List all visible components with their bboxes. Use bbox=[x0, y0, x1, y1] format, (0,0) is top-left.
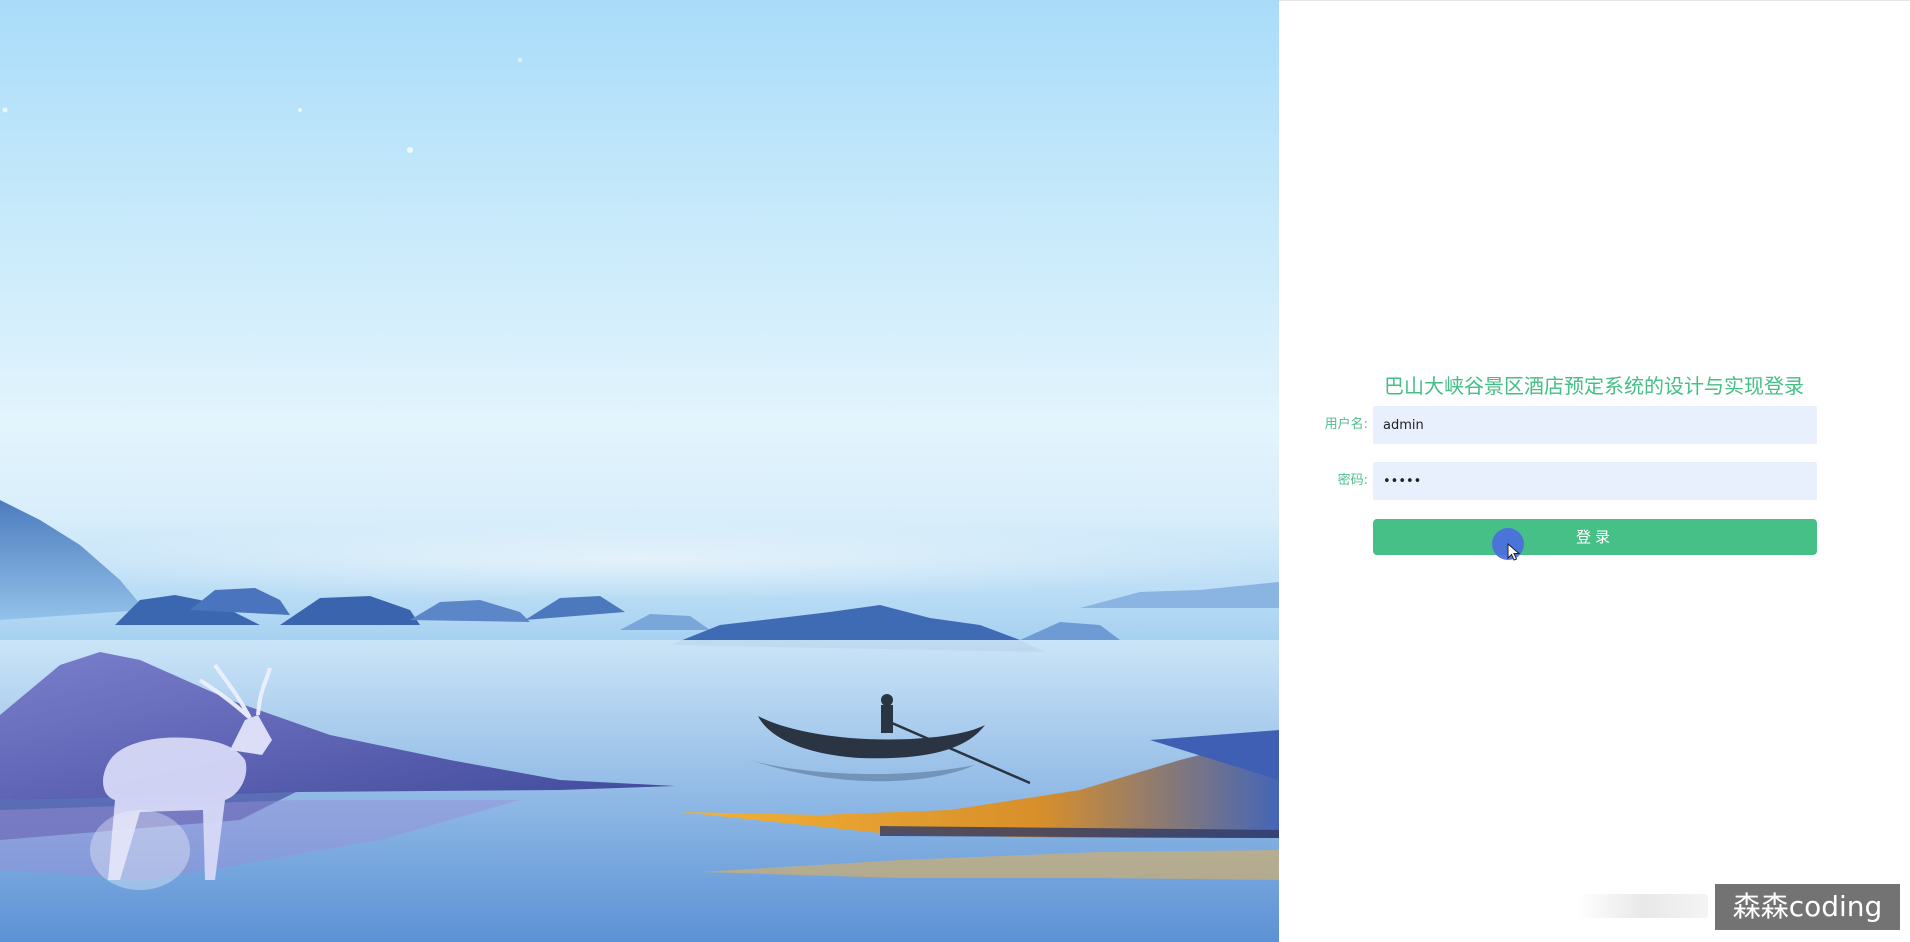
username-row: 用户名: bbox=[1300, 406, 1818, 444]
blurred-overlay bbox=[1578, 894, 1708, 918]
pointer-arrow-icon bbox=[1507, 543, 1521, 561]
password-label: 密码: bbox=[1337, 473, 1368, 488]
background-landscape-image bbox=[0, 0, 1279, 942]
login-page: 巴山大峡谷景区酒店预定系统的设计与实现登录 用户名: 密码: 登录 森森codi… bbox=[0, 0, 1910, 942]
password-input[interactable] bbox=[1373, 462, 1817, 500]
username-input[interactable] bbox=[1373, 406, 1817, 444]
login-button[interactable]: 登录 bbox=[1373, 519, 1817, 555]
username-label: 用户名: bbox=[1324, 417, 1368, 432]
watermark-label: 森森coding bbox=[1715, 884, 1900, 930]
password-row: 密码: bbox=[1300, 462, 1818, 500]
login-title: 巴山大峡谷景区酒店预定系统的设计与实现登录 bbox=[1384, 374, 1804, 398]
